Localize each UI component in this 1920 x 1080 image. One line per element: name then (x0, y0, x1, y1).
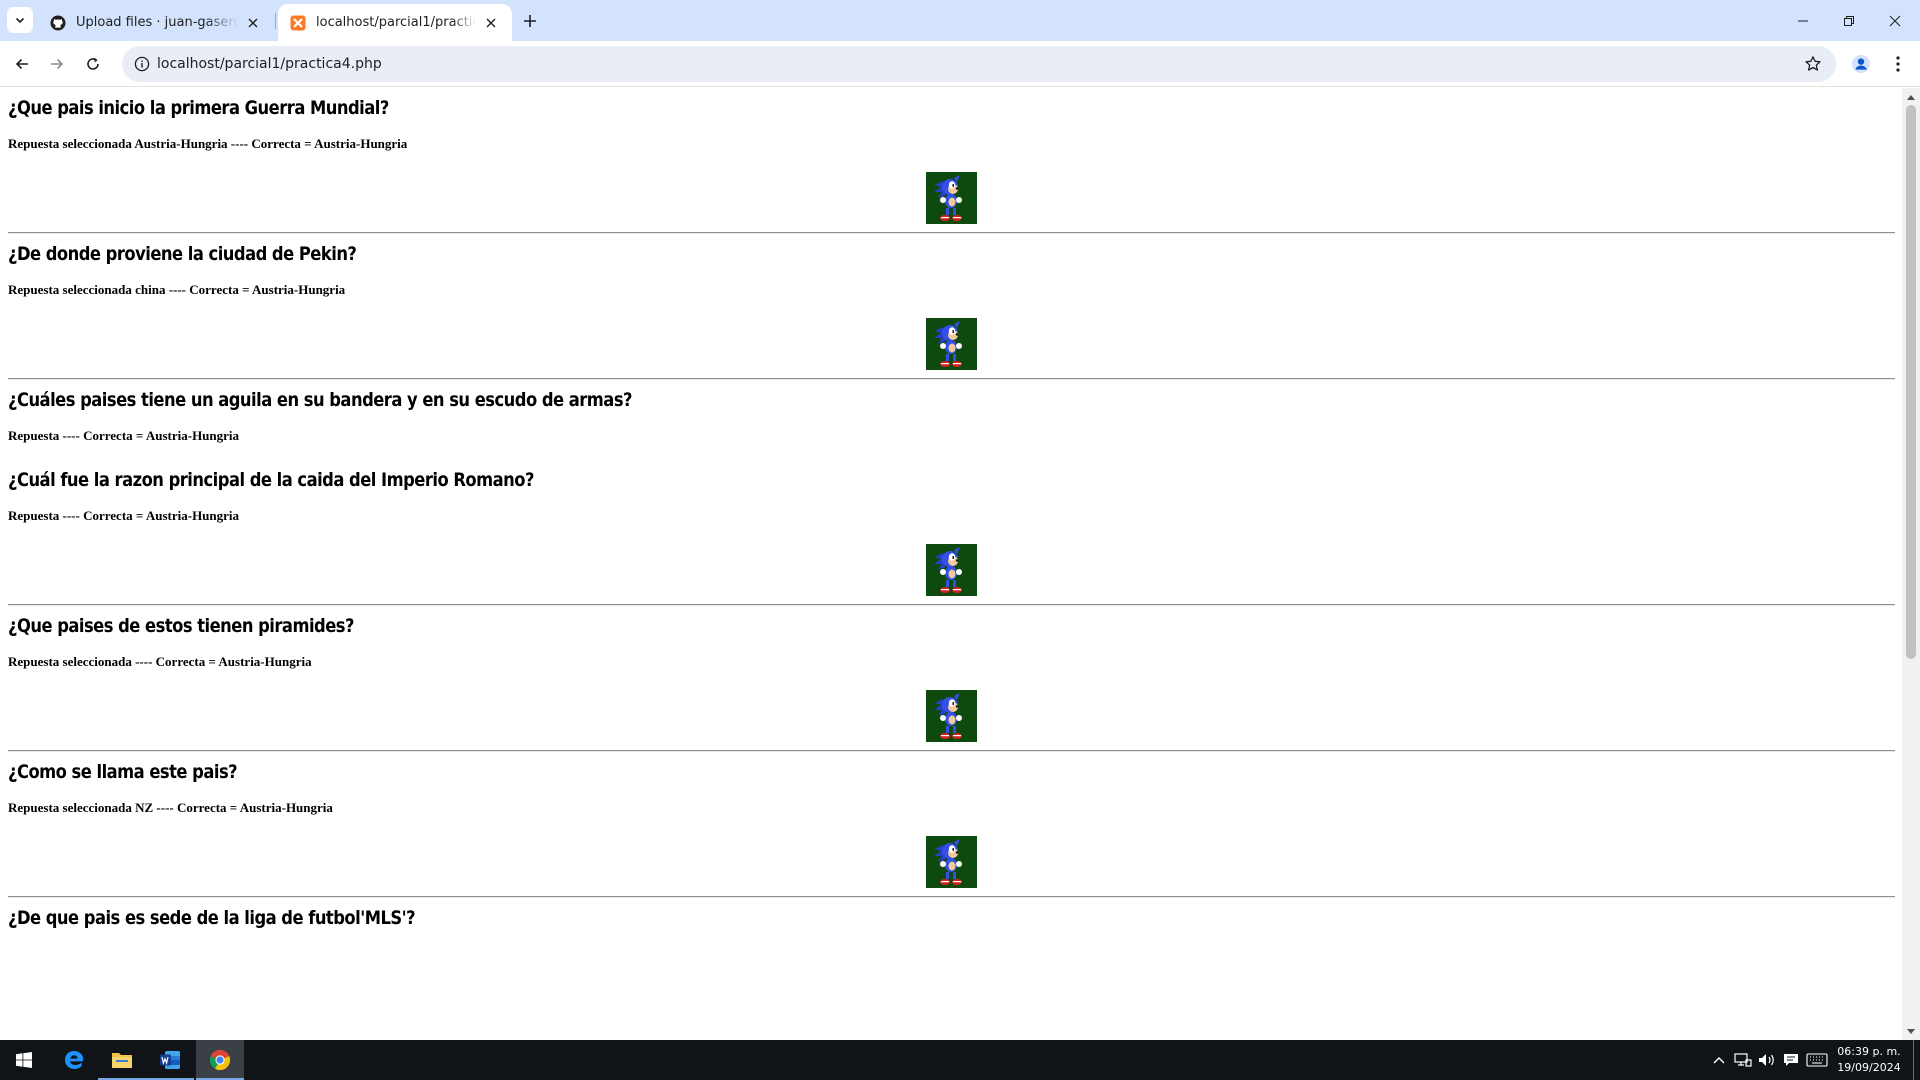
answer-text: Repuesta seleccionada ---- Correcta = Au… (8, 654, 312, 669)
new-tab-button[interactable] (518, 9, 542, 33)
question-block: ¿Como se llama este pais? Repuesta selec… (8, 760, 1895, 898)
keyboard-icon[interactable] (1806, 1050, 1828, 1070)
page-viewport: ¿Que pais inicio la primera Guerra Mundi… (0, 88, 1902, 1040)
minimize-icon (1798, 20, 1808, 21)
separator (8, 750, 1895, 752)
clock-date: 19/09/2024 (1837, 1061, 1901, 1074)
sonic-sprite-image (926, 544, 977, 596)
question-title: ¿Cuál fue la razon principal de la caida… (8, 469, 534, 491)
result-image-wrap (8, 544, 1895, 596)
answer-text: Repuesta ---- Correcta = Austria-Hungria (8, 428, 240, 443)
result-image-wrap (8, 836, 1895, 888)
answer-text: Repuesta seleccionada NZ ---- Correcta =… (8, 800, 333, 815)
scroll-down-button[interactable] (1902, 1023, 1920, 1040)
result-image-wrap (8, 172, 1895, 224)
vertical-scrollbar[interactable] (1902, 88, 1920, 1040)
windows-taskbar: 06:39 p. m. 19/09/2024 (0, 1040, 1920, 1080)
tab-practica4[interactable]: localhost/parcial1/practica4.php (278, 4, 512, 41)
question-title: ¿Cuáles paises tiene un aguila en su ban… (8, 389, 633, 411)
close-icon (1889, 15, 1901, 26)
avatar-icon (1852, 55, 1870, 73)
network-icon[interactable] (1733, 1050, 1753, 1070)
xampp-icon (290, 15, 306, 31)
tab-title: localhost/parcial1/practica4.php (316, 15, 476, 30)
chevron-down-icon (15, 17, 25, 24)
tab-upload-files[interactable]: Upload files · juan-gasero/juan-gasero (38, 4, 274, 41)
close-icon[interactable] (482, 14, 500, 32)
plus-icon (524, 15, 536, 27)
edge-icon (65, 1051, 84, 1069)
file-explorer-icon (112, 1053, 132, 1068)
close-icon[interactable] (244, 14, 262, 32)
caret-down-icon (1907, 1028, 1915, 1034)
tray-overflow-icon[interactable] (1709, 1050, 1729, 1070)
answer-text: Repuesta seleccionada Austria-Hungria --… (8, 136, 408, 151)
result-image-wrap (8, 318, 1895, 370)
show-desktop-button[interactable] (1913, 1040, 1914, 1080)
separator (8, 378, 1895, 380)
close-window-button[interactable] (1872, 0, 1918, 41)
tab-divider (275, 13, 276, 29)
question-title: ¿Como se llama este pais? (8, 761, 238, 783)
separator (8, 232, 1895, 234)
question-title: ¿Que pais inicio la primera Guerra Mundi… (8, 97, 389, 119)
scroll-up-button[interactable] (1902, 88, 1920, 105)
taskbar-clock[interactable]: 06:39 p. m. 19/09/2024 (1832, 1044, 1906, 1076)
question-block: ¿Que paises de estos tienen piramides? R… (8, 614, 1895, 752)
taskbar-word[interactable] (146, 1040, 194, 1080)
chrome-icon (209, 1049, 231, 1071)
browser-toolbar: localhost/parcial1/practica4.php (0, 41, 1920, 87)
quiz-results: ¿Que pais inicio la primera Guerra Mundi… (8, 88, 1895, 930)
browser-menu-button[interactable] (1884, 50, 1912, 78)
more-vert-icon (1896, 56, 1900, 72)
address-bar[interactable]: localhost/parcial1/practica4.php (122, 46, 1836, 82)
question-title: ¿Que paises de estos tienen piramides? (8, 615, 354, 637)
sonic-sprite-image (926, 690, 977, 742)
question-title: ¿De donde proviene la ciudad de Pekin? (8, 243, 357, 265)
taskbar-file-explorer[interactable] (98, 1040, 146, 1080)
separator (8, 896, 1895, 898)
taskbar-edge[interactable] (50, 1040, 98, 1080)
sonic-sprite-image (926, 172, 977, 224)
url-text: localhost/parcial1/practica4.php (157, 56, 382, 72)
profile-button[interactable] (1847, 50, 1875, 78)
arrow-left-icon (15, 58, 28, 70)
word-icon (160, 1051, 180, 1069)
minimize-button[interactable] (1780, 0, 1826, 41)
arrow-right-icon (51, 58, 64, 70)
notification-icon[interactable] (1781, 1050, 1801, 1070)
tab-search-button[interactable] (7, 7, 33, 33)
reload-icon (87, 57, 99, 70)
reload-button[interactable] (78, 49, 108, 79)
scrollbar-thumb[interactable] (1906, 105, 1916, 659)
back-button[interactable] (7, 49, 37, 79)
question-block: ¿Que pais inicio la primera Guerra Mundi… (8, 96, 1895, 234)
question-block: ¿De donde proviene la ciudad de Pekin? R… (8, 242, 1895, 380)
clock-time: 06:39 p. m. (1837, 1045, 1901, 1058)
taskbar-chrome[interactable] (196, 1040, 244, 1080)
windows-logo-icon (16, 1052, 32, 1068)
site-info-icon[interactable] (132, 54, 152, 74)
volume-icon[interactable] (1757, 1050, 1777, 1070)
tab-strip: Upload files · juan-gasero/juan-gasero l… (0, 0, 1920, 41)
question-block: ¿De que pais es sede de la liga de futbo… (8, 906, 1895, 930)
restore-button[interactable] (1826, 0, 1872, 41)
restore-icon (1844, 15, 1854, 26)
question-title: ¿De que pais es sede de la liga de futbo… (8, 907, 416, 929)
start-button[interactable] (0, 1040, 48, 1080)
question-block: ¿Cuáles paises tiene un aguila en su ban… (8, 388, 1895, 444)
tab-title: Upload files · juan-gasero/juan-gasero (76, 15, 238, 30)
sonic-sprite-image (926, 836, 977, 888)
github-icon (50, 15, 66, 31)
bookmark-star-icon[interactable] (1802, 53, 1824, 75)
sonic-sprite-image (926, 318, 977, 370)
question-block: ¿Cuál fue la razon principal de la caida… (8, 468, 1895, 606)
result-image-wrap (8, 690, 1895, 742)
caret-up-icon (1907, 94, 1915, 100)
forward-button[interactable] (42, 49, 72, 79)
answer-text: Repuesta ---- Correcta = Austria-Hungria (8, 508, 240, 523)
answer-text: Repuesta seleccionada china ---- Correct… (8, 282, 346, 297)
separator (8, 604, 1895, 606)
